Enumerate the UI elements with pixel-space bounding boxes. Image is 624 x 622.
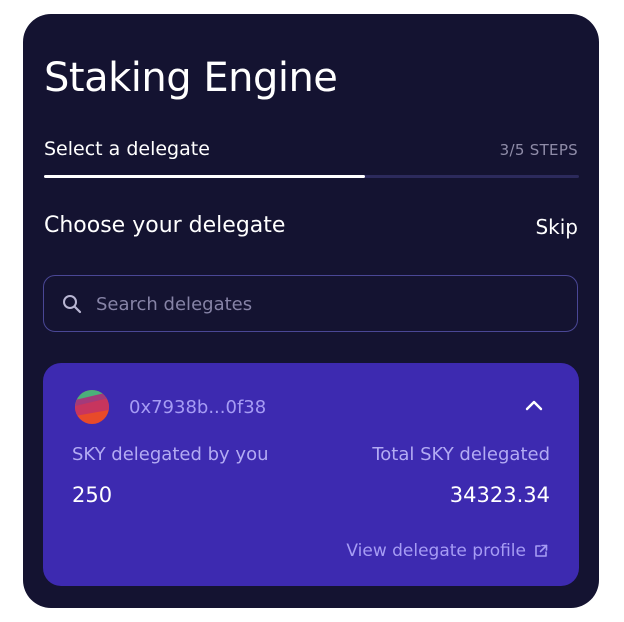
search-icon — [63, 295, 82, 314]
delegate-card[interactable]: 0x7938b...0f38 SKY delegated by you Tota… — [43, 363, 579, 586]
skip-button[interactable]: Skip — [535, 214, 578, 240]
step-count: 3/5 STEPS — [499, 141, 578, 159]
delegated-by-you-value: 250 — [72, 483, 113, 507]
delegated-by-you-label: SKY delegated by you — [72, 444, 269, 465]
step-label: Select a delegate — [44, 138, 210, 160]
external-link-icon — [535, 544, 548, 557]
staking-engine-card: Staking Engine Select a delegate 3/5 STE… — [23, 14, 599, 608]
delegate-address[interactable]: 0x7938b...0f38 — [129, 396, 266, 420]
search-input[interactable] — [94, 276, 568, 332]
chevron-up-icon[interactable] — [525, 399, 543, 411]
progress-bar — [44, 175, 579, 178]
section-title: Choose your delegate — [44, 213, 286, 238]
total-delegated-value: 34323.34 — [449, 483, 550, 507]
search-box[interactable] — [43, 275, 578, 332]
total-delegated-label: Total SKY delegated — [372, 444, 550, 465]
view-delegate-profile-label: View delegate profile — [346, 541, 526, 561]
progress-fill — [44, 175, 365, 178]
view-delegate-profile-link[interactable]: View delegate profile — [346, 539, 548, 563]
page-title: Staking Engine — [44, 55, 338, 101]
avatar — [75, 390, 109, 424]
